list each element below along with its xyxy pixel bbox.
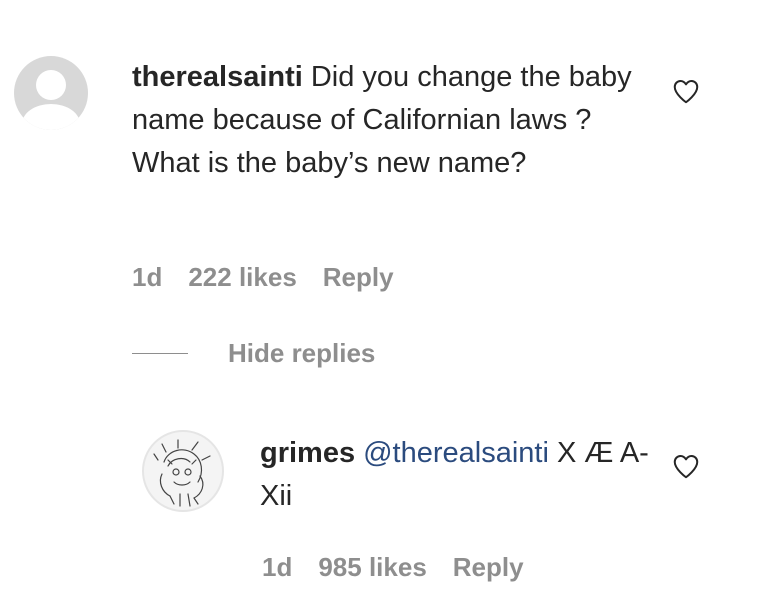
reply-meta: 1d 985 likes Reply bbox=[262, 552, 550, 583]
divider-line bbox=[132, 353, 188, 354]
reply-body: grimes @therealsainti X Æ A-Xii bbox=[260, 432, 660, 518]
reply-timestamp: 1d bbox=[262, 552, 293, 582]
comment-thread: therealsainti Did you change the baby nam… bbox=[0, 0, 759, 597]
comment-username[interactable]: therealsainti bbox=[132, 61, 303, 93]
comment-meta: 1d 222 likes Reply bbox=[132, 262, 420, 293]
comment-reply-button[interactable]: Reply bbox=[323, 262, 394, 292]
heart-icon[interactable] bbox=[671, 76, 701, 106]
avatar-body-shape bbox=[22, 104, 80, 130]
reply-username[interactable]: grimes bbox=[260, 437, 355, 469]
reply-reply-button[interactable]: Reply bbox=[453, 552, 524, 582]
comment-likes[interactable]: 222 likes bbox=[188, 262, 296, 292]
reply-likes[interactable]: 985 likes bbox=[318, 552, 426, 582]
comment-body: therealsainti Did you change the baby nam… bbox=[132, 56, 652, 185]
avatar-head-shape bbox=[36, 70, 66, 100]
avatar[interactable] bbox=[14, 56, 88, 130]
comment-timestamp: 1d bbox=[132, 262, 163, 292]
hide-replies-label: Hide replies bbox=[228, 338, 376, 368]
sketch-avatar-icon bbox=[153, 439, 211, 507]
avatar[interactable] bbox=[142, 430, 224, 512]
heart-icon[interactable] bbox=[671, 451, 701, 481]
reply-mention-link[interactable]: @therealsainti bbox=[363, 437, 549, 469]
hide-replies-button[interactable]: Hide replies bbox=[132, 338, 375, 369]
